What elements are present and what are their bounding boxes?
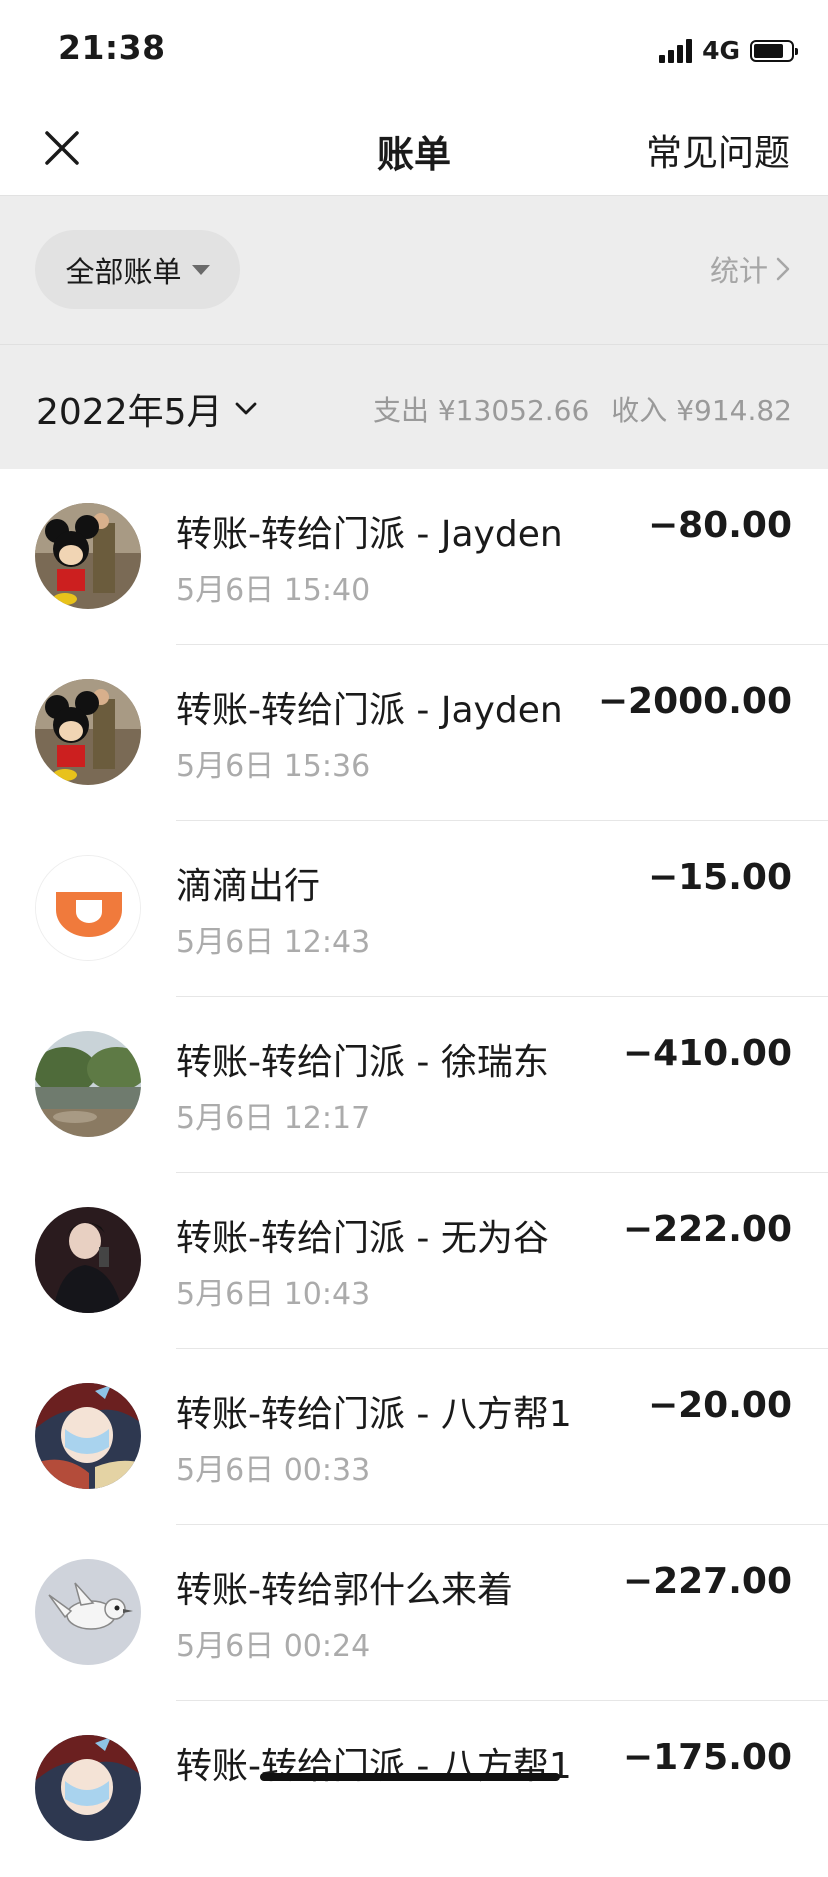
landscape-avatar (35, 1031, 141, 1137)
transaction-time: 5月6日 00:33 (176, 1453, 371, 1488)
filter-label: 全部账单 (65, 254, 182, 289)
battery-icon (750, 39, 798, 62)
transaction-title: 滴滴出行 (176, 866, 321, 907)
transaction-amount: −2000.00 (597, 681, 792, 722)
status-indicators: 4G (659, 36, 798, 65)
faq-link[interactable]: 常见问题 (646, 124, 790, 176)
filter-bar: 全部账单 统计 (0, 196, 828, 345)
transaction-time: 5月6日 12:43 (176, 925, 371, 960)
transaction-row[interactable]: 转账-转给门派 - Jayden 5月6日 15:40 −80.00 (0, 469, 828, 645)
income-total: 收入 ¥914.82 (611, 394, 792, 427)
mickey-avatar (35, 503, 141, 609)
transaction-row[interactable]: 转账-转给郭什么来着 5月6日 00:24 −227.00 (0, 1525, 828, 1701)
transaction-row[interactable]: 转账-转给门派 - 无为谷 5月6日 10:43 −222.00 (0, 1173, 828, 1349)
chevron-down-icon (235, 402, 256, 415)
bill-filter-dropdown[interactable]: 全部账单 (35, 230, 240, 309)
nav-bar: 账单 常见问题 (0, 100, 828, 196)
transaction-title: 转账-转给门派 - Jayden (176, 690, 563, 731)
transaction-row[interactable]: 转账-转给门派 - 八方帮1 −175.00 (0, 1701, 828, 1877)
person-avatar (35, 1207, 141, 1313)
transaction-time: 5月6日 15:40 (176, 573, 371, 608)
transaction-title: 转账-转给门派 - Jayden (176, 514, 563, 555)
month-summary: 支出 ¥13052.66 收入 ¥914.82 (373, 389, 792, 429)
network-label: 4G (702, 36, 740, 65)
transaction-amount: −15.00 (647, 857, 792, 898)
transaction-list: 转账-转给门派 - Jayden 5月6日 15:40 −80.00 转账-转给… (0, 469, 828, 1877)
signal-icon (659, 38, 693, 63)
transaction-amount: −222.00 (622, 1209, 792, 1250)
status-time: 21:38 (58, 28, 166, 67)
transaction-amount: −20.00 (647, 1385, 792, 1426)
transaction-row[interactable]: 转账-转给门派 - 八方帮1 5月6日 00:33 −20.00 (0, 1349, 828, 1525)
transaction-amount: −227.00 (622, 1561, 792, 1602)
transaction-time: 5月6日 12:17 (176, 1101, 371, 1136)
transaction-title: 转账-转给门派 - 八方帮1 (176, 1394, 572, 1435)
didi-logo (35, 855, 141, 961)
transaction-amount: −410.00 (622, 1033, 792, 1074)
transaction-row[interactable]: 滴滴出行 5月6日 12:43 −15.00 (0, 821, 828, 997)
transaction-title: 转账-转给郭什么来着 (176, 1570, 513, 1611)
month-label: 2022年5月 (36, 392, 223, 433)
transaction-title: 转账-转给门派 - 八方帮1 (176, 1746, 572, 1787)
transaction-time: 5月6日 00:24 (176, 1629, 371, 1664)
transaction-row[interactable]: 转账-转给门派 - 徐瑞东 5月6日 12:17 −410.00 (0, 997, 828, 1173)
mickey-avatar (35, 679, 141, 785)
strikethrough-mark (260, 1773, 560, 1781)
status-bar: 21:38 4G (0, 0, 828, 100)
stats-label: 统计 (709, 254, 768, 288)
transaction-title: 转账-转给门派 - 徐瑞东 (176, 1042, 549, 1083)
transaction-time: 5月6日 10:43 (176, 1277, 371, 1312)
transaction-row[interactable]: 转账-转给门派 - Jayden 5月6日 15:36 −2000.00 (0, 645, 828, 821)
transaction-time: 5月6日 15:36 (176, 749, 371, 784)
anime-avatar (35, 1735, 141, 1841)
transaction-amount: −175.00 (622, 1737, 792, 1778)
transaction-amount: −80.00 (647, 505, 792, 546)
bird-avatar (35, 1559, 141, 1665)
stats-link[interactable]: 统计 (710, 248, 792, 290)
battery-level (754, 43, 783, 58)
month-selector[interactable]: 2022年5月 (36, 383, 259, 435)
caret-down-icon (191, 264, 210, 275)
anime-avatar (35, 1383, 141, 1489)
chevron-right-icon (776, 257, 790, 281)
transaction-title: 转账-转给门派 - 无为谷 (176, 1218, 549, 1259)
expense-total: 支出 ¥13052.66 (372, 394, 590, 427)
month-header: 2022年5月 支出 ¥13052.66 收入 ¥914.82 (0, 345, 828, 469)
